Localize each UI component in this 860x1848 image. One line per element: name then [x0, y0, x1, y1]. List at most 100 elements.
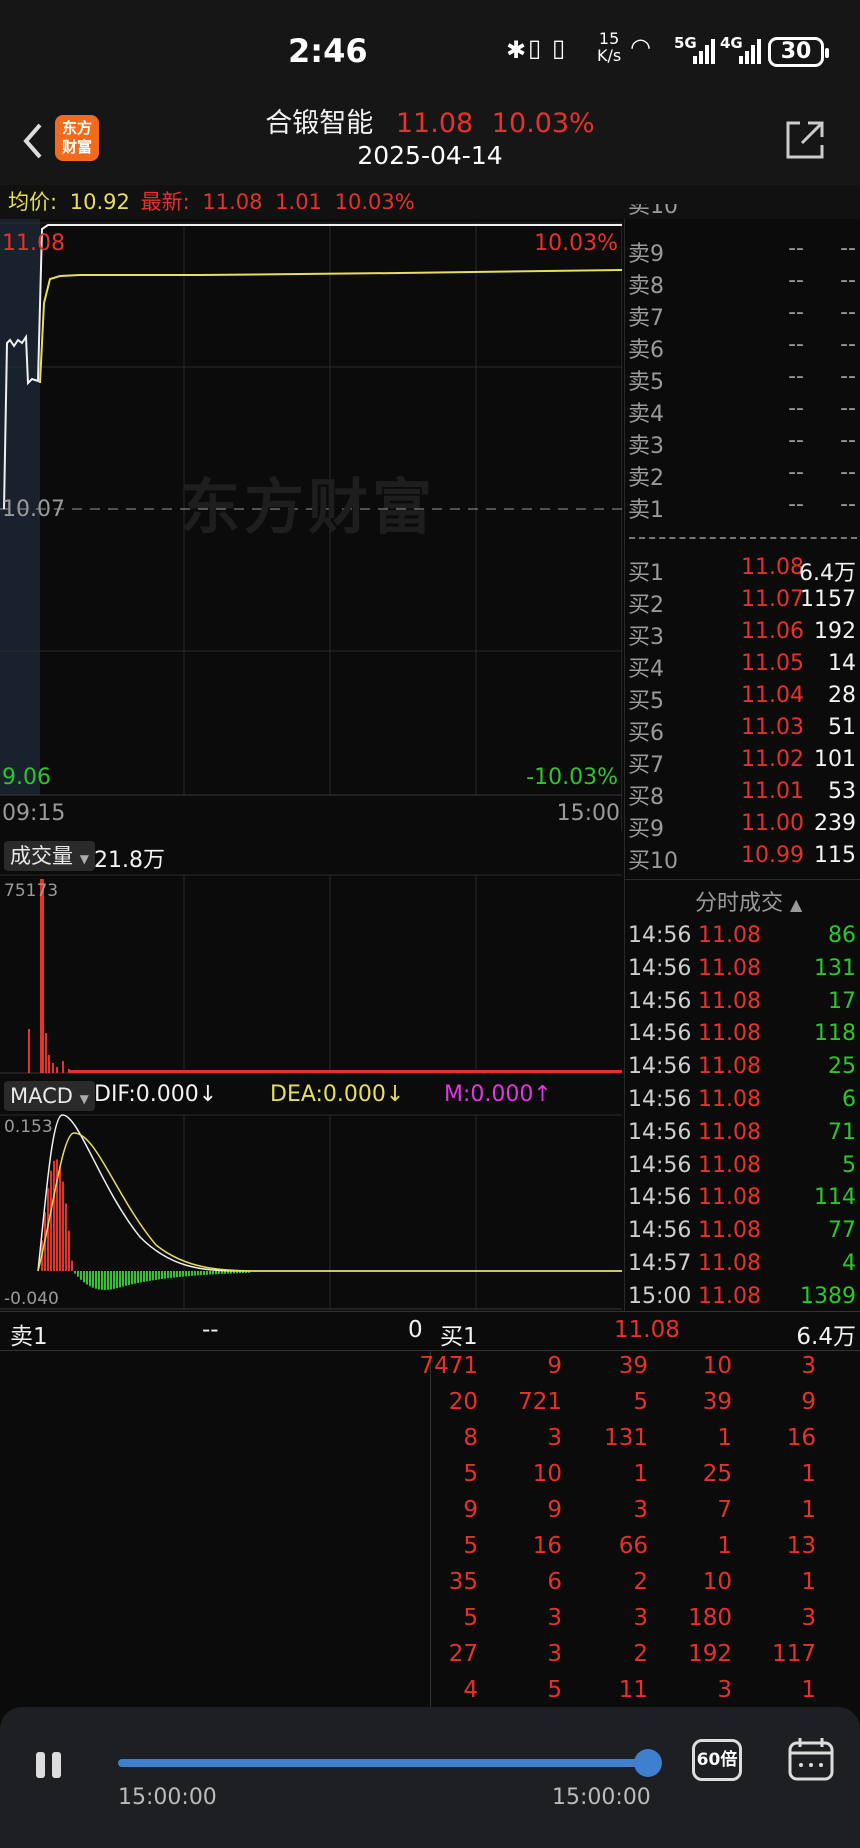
order-volume: --	[840, 396, 856, 421]
tick-price: 11.08	[698, 1283, 761, 1309]
sell-order-row: 卖5 -- --	[628, 364, 860, 396]
time-end-label: 15:00	[556, 801, 620, 826]
queue-cell: 1	[633, 1461, 648, 1487]
signal-4g-icon	[739, 39, 761, 64]
tick-volume: 131	[814, 955, 856, 981]
queue-cell: 9	[547, 1353, 562, 1379]
order-volume: --	[840, 460, 856, 485]
tick-time: 15:00	[628, 1283, 692, 1309]
order-label: 卖4	[628, 402, 664, 427]
order-label: 买8	[628, 785, 664, 810]
sell-order-row: 卖9 -- --	[628, 236, 860, 268]
queue-buy-label: 买1	[440, 1324, 478, 1350]
tick-time: 14:56	[628, 1218, 692, 1244]
macd-bar	[95, 1271, 97, 1289]
macd-bar	[143, 1271, 145, 1282]
order-label: 卖9	[628, 242, 664, 267]
replay-player: 15:00:00 15:00:00 60倍	[0, 1707, 860, 1848]
order-book-divider	[629, 537, 857, 539]
battery-saver-icon: ▯	[528, 34, 542, 62]
tick-price: 11.08	[698, 988, 761, 1014]
avg-label: 均价:	[8, 190, 58, 214]
queue-cell: 39	[618, 1353, 648, 1379]
signal-5g-icon	[693, 39, 715, 64]
macd-bar	[83, 1271, 85, 1283]
end-time-label: 15:00:00	[552, 1785, 651, 1810]
pause-icon[interactable]	[34, 1750, 64, 1780]
order-label: 卖3	[628, 434, 664, 459]
macd-bar	[86, 1271, 88, 1285]
order-label: 卖7	[628, 306, 664, 331]
queue-row: 5 10 1 25 1	[0, 1461, 860, 1497]
tick-volume: 118	[814, 1021, 856, 1047]
tick-time: 14:56	[628, 1119, 692, 1145]
calendar-icon[interactable]	[786, 1735, 836, 1785]
macd-bar	[62, 1181, 64, 1271]
queue-buy-price: 11.08	[614, 1317, 680, 1343]
macd-bar	[101, 1271, 103, 1290]
tick-row: 14:56 11.08 17	[628, 989, 860, 1022]
macd-bar	[122, 1271, 124, 1287]
buy-order-row: 买10 10.99 115	[628, 843, 860, 875]
macd-bar	[194, 1271, 196, 1276]
progress-handle[interactable]	[634, 1749, 662, 1777]
macd-bar	[59, 1166, 61, 1271]
order-volume: 101	[814, 747, 856, 772]
macd-bar	[65, 1203, 67, 1271]
order-price: --	[788, 428, 804, 453]
tick-row: 14:56 11.08 71	[628, 1120, 860, 1153]
macd-bar	[221, 1271, 223, 1274]
share-icon[interactable]	[780, 115, 830, 165]
buy-order-row: 买3 11.06 192	[628, 619, 860, 651]
queue-cell: 35	[448, 1569, 478, 1595]
progress-fill	[118, 1759, 648, 1767]
tick-time: 14:56	[628, 1054, 692, 1080]
queue-cell: 5	[463, 1533, 478, 1559]
progress-track[interactable]	[118, 1749, 662, 1777]
tick-header[interactable]: 分时成交 ▲	[695, 885, 802, 917]
order-price: 11.03	[741, 715, 804, 740]
buy-order-row: 买9 11.00 239	[628, 811, 860, 843]
queue-cell: 10	[702, 1353, 732, 1379]
order-price: --	[788, 268, 804, 293]
intraday-price-chart[interactable]: 东方财富 11.08 10.03% 10.07 9.06 -10.03% 09:…	[0, 219, 622, 831]
macd-bar	[188, 1271, 190, 1277]
queue-cell: 4	[463, 1677, 478, 1703]
tick-time: 14:57	[628, 1251, 692, 1276]
macd-bar	[50, 1170, 52, 1271]
tick-price: 11.08	[698, 955, 761, 981]
order-label: 买7	[628, 753, 664, 778]
speed-button[interactable]: 60倍	[692, 1739, 742, 1781]
buy-order-row: 买2 11.07 1157	[628, 587, 860, 619]
macd-bar	[197, 1271, 199, 1276]
queue-cell: 1	[717, 1533, 732, 1559]
queue-cell: 10	[702, 1569, 732, 1595]
queue-cell: 16	[532, 1533, 562, 1559]
queue-cell: 2	[633, 1569, 648, 1595]
macd-bar	[152, 1271, 154, 1281]
tick-row: 14:56 11.08 77	[628, 1218, 860, 1251]
tick-row: 14:56 11.08 6	[628, 1087, 860, 1120]
stock-header: 东方 财富 合锻智能 11.08 10.03% 2025-04-14	[0, 105, 860, 185]
trade-date: 2025-04-14	[357, 141, 503, 170]
avg-value: 10.92	[69, 190, 130, 214]
queue-cell: 3	[633, 1497, 648, 1523]
macd-bar	[119, 1271, 121, 1288]
order-volume: --	[840, 428, 856, 453]
order-volume: --	[840, 492, 856, 517]
order-price: 11.05	[741, 651, 804, 676]
queue-cell: 1	[801, 1677, 816, 1703]
order-price: 11.08	[741, 555, 804, 580]
high-price-label: 11.08	[2, 231, 65, 256]
battery-icon: 30	[768, 37, 829, 67]
queue-header: 卖1 -- 0 买1 11.08 6.4万	[0, 1311, 860, 1351]
queue-row: 8 3 131 1 16	[0, 1425, 860, 1461]
order-label: 卖5	[628, 370, 664, 395]
latest-change-pct: 10.03%	[334, 190, 415, 214]
order-label: 买3	[628, 625, 664, 650]
tick-volume: 5	[842, 1152, 856, 1178]
tick-price: 11.08	[698, 1185, 761, 1211]
order-volume: 14	[828, 651, 856, 676]
watermark: 东方财富	[180, 473, 436, 543]
macd-bar	[167, 1271, 169, 1279]
